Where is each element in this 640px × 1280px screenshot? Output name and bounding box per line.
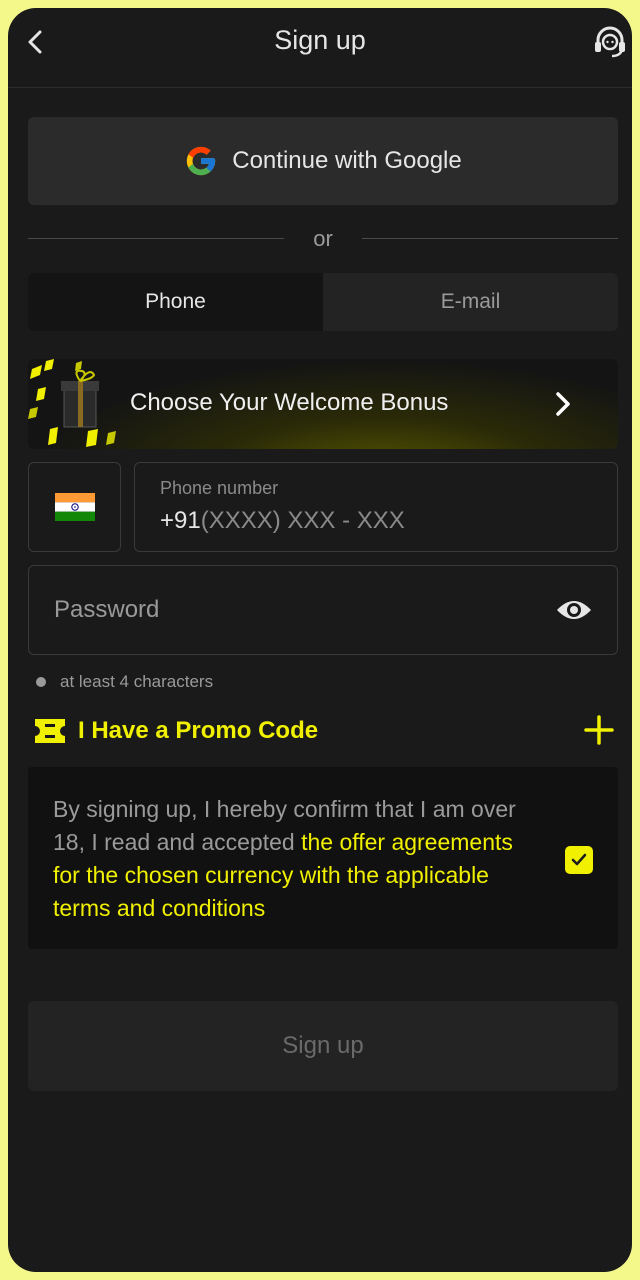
terms-text: By signing up, I hereby confirm that I a… bbox=[53, 793, 543, 925]
sign-up-button[interactable]: Sign up bbox=[28, 1001, 618, 1091]
divider-line-right bbox=[362, 238, 618, 239]
welcome-bonus-banner[interactable]: Choose Your Welcome Bonus bbox=[28, 359, 618, 449]
country-code-selector[interactable] bbox=[28, 462, 121, 552]
promo-code-toggle[interactable]: I Have a Promo Code bbox=[28, 710, 618, 752]
plus-icon[interactable] bbox=[584, 715, 614, 745]
phone-number-input[interactable]: Phone number +91(XXXX) XXX - XXX bbox=[134, 462, 618, 552]
hint-bullet bbox=[36, 677, 46, 687]
page-title: Sign up bbox=[274, 25, 366, 55]
google-button-label: Continue with Google bbox=[232, 147, 462, 174]
phone-number-mask: (XXXX) XXX - XXX bbox=[200, 507, 405, 534]
terms-agreement: By signing up, I hereby confirm that I a… bbox=[28, 767, 618, 949]
india-flag-icon bbox=[54, 493, 95, 521]
tab-email[interactable]: E-mail bbox=[323, 273, 618, 331]
password-input[interactable]: Password bbox=[28, 565, 618, 655]
phone-number-value[interactable]: +91(XXXX) XXX - XXX bbox=[160, 507, 405, 535]
promo-code-label: I Have a Promo Code bbox=[78, 717, 319, 744]
header: Sign up bbox=[8, 8, 632, 88]
or-divider: or bbox=[28, 224, 618, 254]
tab-phone[interactable]: Phone bbox=[28, 273, 323, 331]
chevron-right-icon bbox=[556, 392, 570, 416]
ticket-icon bbox=[35, 719, 65, 743]
phone-country-code: +91 bbox=[160, 507, 201, 534]
terms-checkbox[interactable] bbox=[565, 846, 593, 874]
headset-icon[interactable] bbox=[592, 24, 628, 60]
google-icon bbox=[187, 146, 216, 176]
divider-text: or bbox=[313, 226, 333, 251]
welcome-bonus-label: Choose Your Welcome Bonus bbox=[130, 389, 449, 416]
password-hint-text: at least 4 characters bbox=[60, 672, 214, 691]
checkmark-icon bbox=[571, 853, 587, 866]
signup-screen: Sign up Continue with Google or Phone E-… bbox=[8, 8, 632, 1272]
password-hint: at least 4 characters bbox=[36, 672, 213, 692]
continue-with-google-button[interactable]: Continue with Google bbox=[28, 117, 618, 205]
password-placeholder: Password bbox=[54, 596, 160, 623]
signup-method-tabs: Phone E-mail bbox=[28, 273, 618, 331]
phone-number-label: Phone number bbox=[160, 478, 279, 498]
eye-icon[interactable] bbox=[555, 596, 593, 624]
